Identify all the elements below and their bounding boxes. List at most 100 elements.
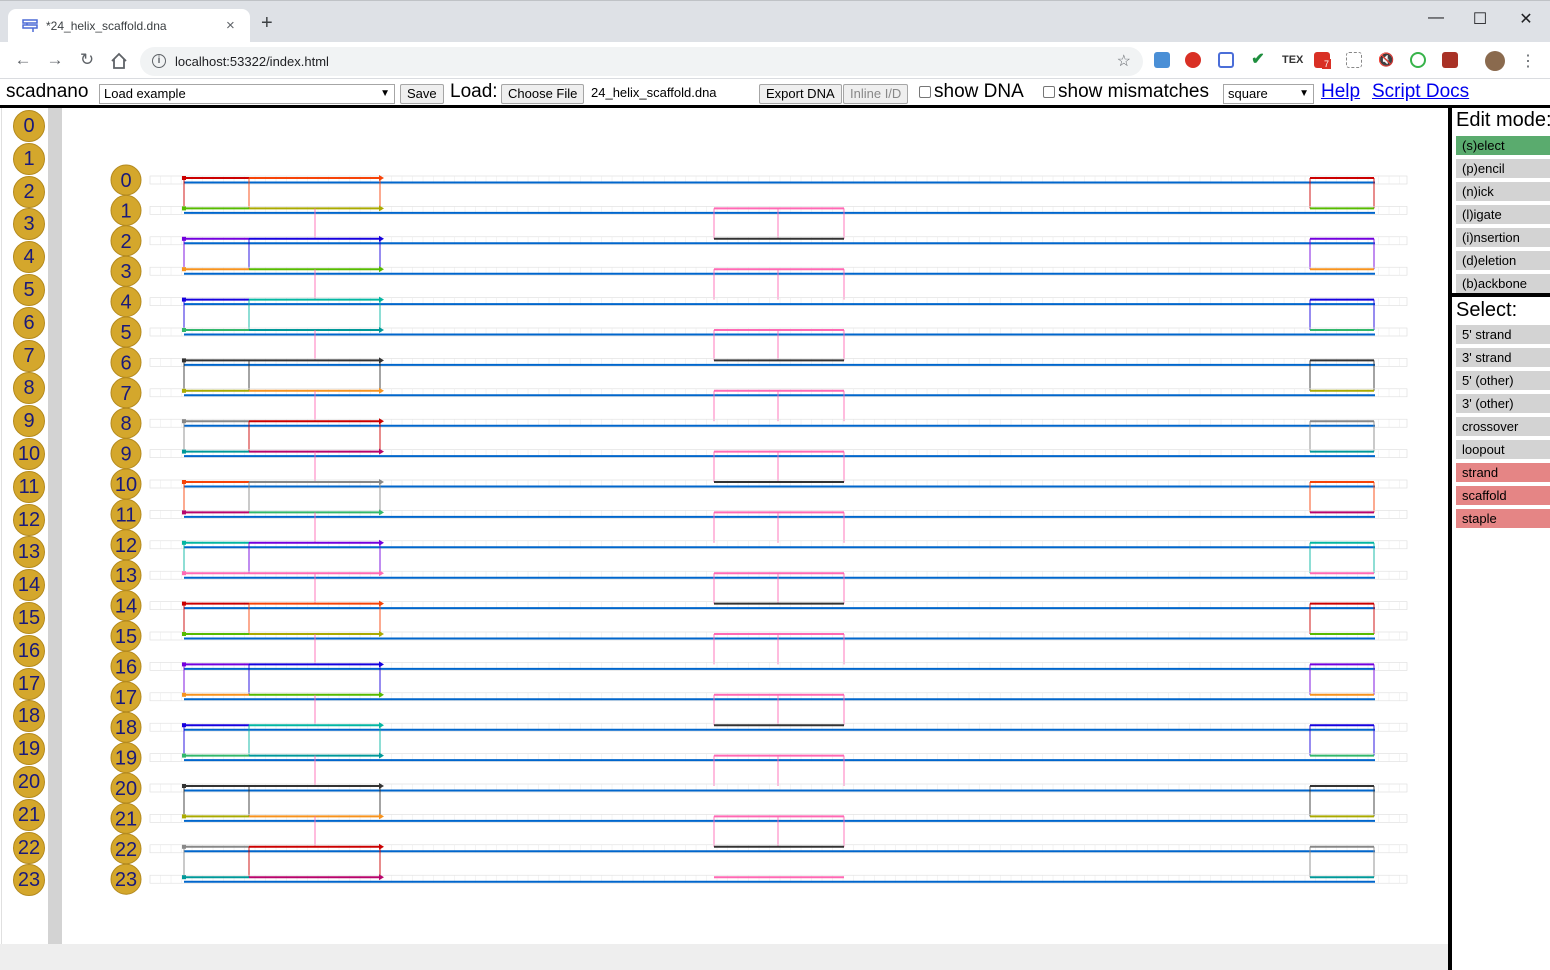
edit-mode-s-elect[interactable]: (s)elect	[1456, 136, 1550, 155]
helix-19-label: 19	[115, 748, 137, 770]
side-helix-20[interactable]: 20	[13, 766, 45, 798]
minimize-icon[interactable]: —	[1426, 9, 1446, 27]
dropbox-extension-icon[interactable]	[1346, 52, 1362, 68]
show-dna-label: show DNA	[934, 81, 1024, 102]
select-filter-staple[interactable]: staple	[1456, 509, 1550, 528]
select-filter-scaffold[interactable]: scaffold	[1456, 486, 1550, 505]
home-icon[interactable]	[108, 52, 130, 70]
address-bar[interactable]: i localhost:53322/index.html ☆	[140, 47, 1143, 76]
side-helix-11[interactable]: 11	[13, 470, 45, 503]
window-close-icon[interactable]: ✕	[1516, 9, 1536, 29]
scadnano-favicon-icon	[22, 19, 38, 32]
side-helix-1[interactable]: 1	[13, 142, 45, 175]
side-helix-19[interactable]: 19	[13, 733, 45, 766]
select-filter-crossover[interactable]: crossover	[1456, 417, 1550, 436]
side-helix-22[interactable]: 22	[13, 831, 45, 864]
side-helix-18[interactable]: 18	[13, 700, 45, 733]
helix-3-label: 3	[120, 261, 131, 283]
mute-extension-icon[interactable]: 🔇	[1378, 52, 1394, 68]
design-canvas[interactable]: 01234567891011121314151617181920212223	[62, 108, 1448, 944]
side-helix-2[interactable]: 2	[13, 175, 45, 208]
strand-5prime-end	[182, 449, 186, 454]
strand-5prime-end	[182, 753, 186, 758]
edit-mode-i-nsertion[interactable]: (i)nsertion	[1456, 228, 1550, 247]
script-docs-link[interactable]: Script Docs	[1372, 81, 1469, 103]
side-helix-8[interactable]: 8	[13, 372, 45, 405]
export-dna-button[interactable]: Export DNA	[759, 84, 842, 104]
helix-20-label: 20	[115, 778, 137, 800]
select-filter-loopout[interactable]: loopout	[1456, 440, 1550, 459]
side-helix-15[interactable]: 15	[13, 602, 45, 634]
side-helix-6[interactable]: 6	[13, 306, 45, 339]
extension-3-icon[interactable]	[1218, 52, 1234, 68]
view-splitter[interactable]	[48, 108, 62, 944]
grid-select-value: square	[1228, 86, 1268, 101]
status-bar	[0, 944, 1448, 970]
side-helix-21[interactable]: 21	[13, 798, 45, 831]
checkmark-extension-icon[interactable]: ✔	[1250, 52, 1266, 68]
side-helix-9[interactable]: 9	[13, 405, 45, 438]
side-helix-10[interactable]: 10	[13, 438, 45, 470]
tex-extension-icon[interactable]: TEX	[1282, 52, 1303, 68]
side-helix-17[interactable]: 17	[13, 667, 45, 700]
site-info-icon[interactable]: i	[152, 54, 166, 68]
help-link[interactable]: Help	[1321, 81, 1360, 103]
helix-15-label: 15	[115, 626, 137, 648]
show-mismatches-label: show mismatches	[1058, 81, 1209, 102]
tab-close-icon[interactable]: ×	[226, 17, 235, 34]
profile-avatar[interactable]	[1485, 51, 1505, 71]
back-icon[interactable]: ←	[12, 50, 34, 70]
browser-menu-icon[interactable]: ⋮	[1520, 51, 1536, 71]
inline-id-button[interactable]: Inline I/D	[843, 84, 909, 104]
select-filter-5-strand[interactable]: 5' strand	[1456, 325, 1550, 344]
edit-mode-n-ick[interactable]: (n)ick	[1456, 182, 1550, 201]
grid-select[interactable]: square ▼	[1223, 84, 1314, 104]
extension-9-icon[interactable]	[1410, 52, 1426, 68]
edit-mode-p-encil[interactable]: (p)encil	[1456, 159, 1550, 178]
forward-icon[interactable]: →	[44, 50, 66, 70]
bookmark-star-icon[interactable]: ☆	[1117, 51, 1131, 71]
mail-extension-icon[interactable]: 7	[1314, 52, 1332, 69]
select-filter-5-other[interactable]: 5' (other)	[1456, 371, 1550, 390]
side-helix-23[interactable]: 23	[13, 864, 45, 897]
edit-mode-l-igate[interactable]: (l)igate	[1456, 205, 1550, 224]
select-filter-3-other[interactable]: 3' (other)	[1456, 394, 1550, 413]
extension-10-icon[interactable]	[1442, 52, 1458, 68]
show-mismatches-checkbox[interactable]	[1043, 86, 1055, 98]
strand-5prime-end	[182, 814, 186, 819]
new-tab-button[interactable]: +	[261, 13, 273, 33]
helix-6-label: 6	[120, 352, 131, 374]
maximize-icon[interactable]: ☐	[1470, 9, 1490, 29]
show-dna-checkbox[interactable]	[919, 86, 931, 98]
browser-tab[interactable]: *24_helix_scaffold.dna ×	[8, 9, 250, 43]
edit-mode-d-eletion[interactable]: (d)eletion	[1456, 251, 1550, 270]
helix-5-label: 5	[120, 322, 131, 344]
reload-icon[interactable]: ↻	[76, 50, 98, 70]
chevron-down-icon: ▼	[1299, 88, 1309, 99]
side-helix-0[interactable]: 0	[13, 110, 45, 142]
side-helix-4[interactable]: 4	[13, 241, 45, 274]
side-helix-12[interactable]: 12	[13, 503, 45, 536]
select-filter-3-strand[interactable]: 3' strand	[1456, 348, 1550, 367]
edit-mode-heading: Edit mode:	[1456, 109, 1550, 131]
helix-8-label: 8	[120, 413, 131, 435]
select-filter-strand[interactable]: strand	[1456, 463, 1550, 482]
browser-tabstrip: *24_helix_scaffold.dna × + — ☐ ✕	[0, 0, 1550, 43]
side-helix-13[interactable]: 13	[13, 536, 45, 569]
save-button[interactable]: Save	[400, 84, 444, 104]
side-helix-7[interactable]: 7	[13, 339, 45, 372]
load-example-select[interactable]: Load example ▼	[99, 84, 395, 104]
side-helix-14[interactable]: 14	[13, 569, 45, 602]
helix-13-label: 13	[115, 565, 137, 587]
side-helix-3[interactable]: 3	[13, 208, 45, 241]
side-helix-16[interactable]: 16	[13, 634, 45, 667]
side-helix-5[interactable]: 5	[13, 274, 45, 306]
extension-1-icon[interactable]	[1154, 52, 1170, 68]
edit-mode-b-ackbone[interactable]: (b)ackbone	[1456, 274, 1550, 293]
strand-5prime-end	[182, 875, 186, 880]
helix-7-label: 7	[120, 383, 131, 405]
load-label: Load:	[450, 81, 498, 102]
helix-12-label: 12	[115, 535, 137, 557]
choose-file-button[interactable]: Choose File	[501, 84, 585, 104]
extension-2-icon[interactable]	[1185, 52, 1201, 68]
